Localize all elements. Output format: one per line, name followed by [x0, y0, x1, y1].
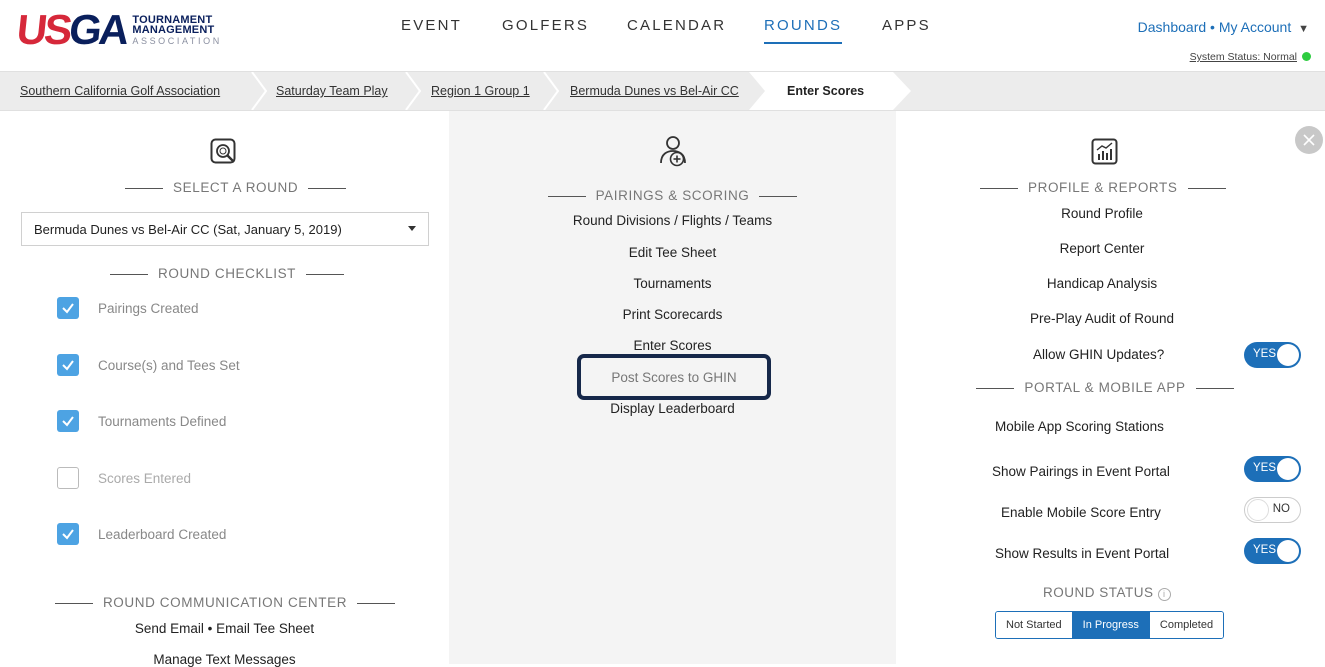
breadcrumb-match[interactable]: Bermuda Dunes vs Bel-Air CC	[570, 84, 739, 98]
breadcrumb-separator-icon	[542, 71, 560, 111]
show-pairings-label: Show Pairings in Event Portal	[992, 464, 1170, 479]
pairings-scoring-heading: PAIRINGS & SCORING	[520, 188, 825, 203]
pre-play-audit-link[interactable]: Pre-Play Audit of Round	[912, 311, 1292, 326]
checklist-item[interactable]: Pairings Created	[57, 296, 199, 320]
top-header: USGA TOURNAMENT MANAGEMENT ASSOCIATION E…	[0, 0, 1325, 71]
checkbox-checked-icon[interactable]	[57, 297, 79, 319]
checkbox-unchecked-icon[interactable]	[57, 467, 79, 489]
enable-mobile-toggle[interactable]: NO	[1244, 497, 1301, 523]
nav-calendar[interactable]: CALENDAR	[627, 17, 726, 34]
mobile-scoring-stations-link[interactable]: Mobile App Scoring Stations	[995, 419, 1164, 434]
round-divisions-link[interactable]: Round Divisions / Flights / Teams	[449, 213, 896, 228]
breadcrumb: Southern California Golf Association Sat…	[0, 71, 1325, 111]
show-results-label: Show Results in Event Portal	[995, 546, 1170, 561]
handicap-analysis-link[interactable]: Handicap Analysis	[912, 276, 1292, 291]
checklist-item[interactable]: Leaderboard Created	[57, 522, 226, 546]
show-results-toggle[interactable]: YES	[1244, 538, 1301, 564]
round-select[interactable]: Bermuda Dunes vs Bel-Air CC (Sat, Januar…	[21, 212, 429, 246]
post-scores-link[interactable]: Post Scores to GHIN	[577, 370, 771, 385]
round-status-heading: ROUND STATUS i	[1043, 585, 1171, 601]
nav-apps[interactable]: APPS	[882, 17, 931, 34]
breadcrumb-event[interactable]: Saturday Team Play	[276, 84, 388, 98]
account-separator: •	[1210, 19, 1215, 35]
tournaments-link[interactable]: Tournaments	[449, 276, 896, 291]
close-icon[interactable]	[1295, 126, 1323, 154]
checkbox-checked-icon[interactable]	[57, 354, 79, 376]
round-checklist-heading: ROUND CHECKLIST	[100, 266, 350, 281]
email-links: Send Email • Email Tee Sheet	[134, 621, 315, 636]
info-icon[interactable]: i	[1157, 588, 1171, 601]
show-pairings-toggle[interactable]: YES	[1244, 456, 1301, 482]
nav-event[interactable]: EVENT	[401, 17, 462, 34]
status-in-progress[interactable]: In Progress	[1072, 612, 1150, 638]
round-search-icon	[210, 138, 238, 171]
enter-scores-link[interactable]: Enter Scores	[449, 338, 896, 353]
breadcrumb-separator-icon	[250, 71, 268, 111]
main-nav: EVENT GOLFERS CALENDAR ROUNDS APPS	[0, 17, 1325, 47]
allow-ghin-label: Allow GHIN Updates?	[1033, 347, 1165, 362]
round-profile-link[interactable]: Round Profile	[912, 206, 1292, 221]
checkbox-checked-icon[interactable]	[57, 410, 79, 432]
email-tee-sheet-link[interactable]: Email Tee Sheet	[216, 621, 314, 636]
account-menu: Dashboard • My Account ▼	[1138, 19, 1309, 35]
print-scorecards-link[interactable]: Print Scorecards	[449, 307, 896, 322]
breadcrumb-association[interactable]: Southern California Golf Association	[20, 84, 220, 98]
breadcrumb-separator-icon	[404, 71, 422, 111]
checklist-item[interactable]: Tournaments Defined	[57, 409, 226, 433]
add-golfer-icon	[659, 135, 689, 172]
checklist-item[interactable]: Scores Entered	[57, 466, 191, 490]
dashboard-link[interactable]: Dashboard	[1138, 19, 1207, 35]
enable-mobile-label: Enable Mobile Score Entry	[1001, 505, 1161, 520]
breadcrumb-group[interactable]: Region 1 Group 1	[431, 84, 530, 98]
status-indicator-icon	[1302, 52, 1311, 61]
dropdown-arrow-icon	[408, 226, 416, 231]
checkbox-checked-icon[interactable]	[57, 523, 79, 545]
caret-down-icon[interactable]: ▼	[1298, 23, 1309, 35]
portal-mobile-heading: PORTAL & MOBILE APP	[965, 380, 1245, 395]
nav-rounds[interactable]: ROUNDS	[764, 17, 843, 44]
round-status-selector: Not Started In Progress Completed	[995, 611, 1225, 639]
nav-golfers[interactable]: GOLFERS	[502, 17, 589, 34]
display-leaderboard-link[interactable]: Display Leaderboard	[449, 401, 896, 416]
status-completed[interactable]: Completed	[1149, 612, 1224, 638]
reports-chart-icon	[1091, 138, 1119, 171]
edit-tee-sheet-link[interactable]: Edit Tee Sheet	[449, 245, 896, 260]
profile-reports-heading: PROFILE & REPORTS	[970, 180, 1230, 195]
checklist-item[interactable]: Course(s) and Tees Set	[57, 353, 240, 377]
my-account-link[interactable]: My Account	[1219, 19, 1291, 35]
communication-center-heading: ROUND COMMUNICATION CENTER	[40, 595, 410, 610]
system-status[interactable]: System Status: Normal	[1190, 51, 1311, 63]
manage-text-messages-link[interactable]: Manage Text Messages	[0, 652, 449, 667]
select-round-heading: SELECT A ROUND	[115, 180, 347, 195]
send-email-link[interactable]: Send Email	[135, 621, 204, 636]
breadcrumb-current: Enter Scores	[749, 72, 911, 110]
allow-ghin-toggle[interactable]: YES	[1244, 342, 1301, 368]
status-not-started[interactable]: Not Started	[996, 612, 1073, 638]
report-center-link[interactable]: Report Center	[912, 241, 1292, 256]
